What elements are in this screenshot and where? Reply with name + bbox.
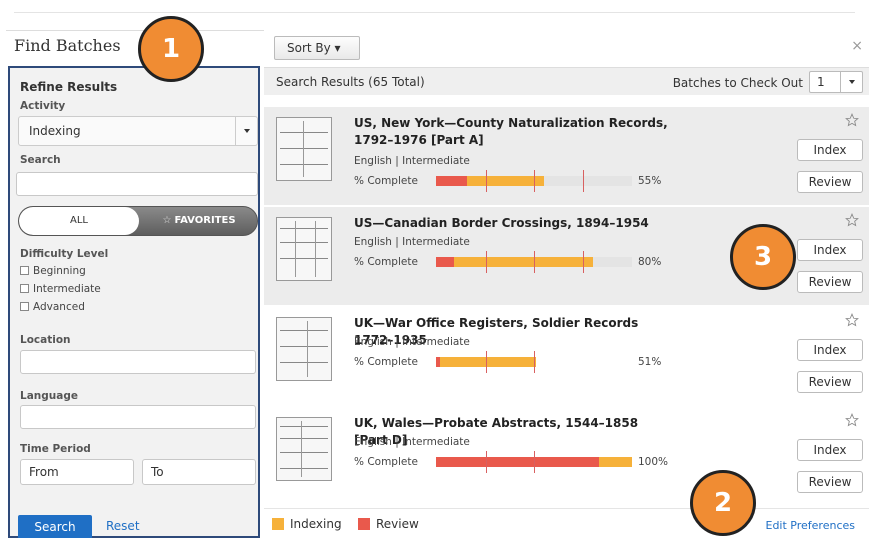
progress-indexing-fill xyxy=(467,176,544,186)
batch-title[interactable]: US, New York—County Naturalization Recor… xyxy=(354,115,674,149)
close-icon[interactable]: × xyxy=(851,38,863,54)
progress-bar xyxy=(436,251,632,273)
index-button[interactable]: Index xyxy=(797,139,863,161)
reset-link[interactable]: Reset xyxy=(106,519,140,533)
star-icon[interactable] xyxy=(845,213,859,227)
percent-complete-label: % Complete xyxy=(354,175,418,187)
sort-by-button[interactable]: Sort By ▾ xyxy=(274,36,360,60)
batch-meta: English | Intermediate xyxy=(354,236,470,248)
results-bar: Search Results (65 Total) Batches to Che… xyxy=(264,67,869,95)
legend-review: Review xyxy=(376,517,419,531)
batch-title[interactable]: US—Canadian Border Crossings, 1894–1954 xyxy=(354,215,674,232)
progress-indexing-fill xyxy=(439,357,536,367)
checkbox-icon xyxy=(20,284,29,293)
checkout-value: 1 xyxy=(817,75,825,89)
callout-badge-2: 2 xyxy=(690,470,756,536)
checkbox-icon xyxy=(20,302,29,311)
search-button[interactable]: Search xyxy=(18,515,92,538)
batch-thumbnail xyxy=(276,117,332,181)
difficulty-beginning-label: Beginning xyxy=(33,265,86,277)
language-label: Language xyxy=(20,390,78,402)
batch-meta: English | Intermediate xyxy=(354,336,470,348)
refine-heading: Refine Results xyxy=(20,80,118,94)
progress-indexing-fill xyxy=(598,457,632,467)
progress-bar xyxy=(436,451,632,473)
checkout-select[interactable]: 1 xyxy=(809,71,863,93)
batch-meta: English | Intermediate xyxy=(354,436,470,448)
review-swatch xyxy=(358,518,370,530)
progress-review-fill xyxy=(436,457,599,467)
callout-badge-3: 3 xyxy=(730,224,796,290)
location-label: Location xyxy=(20,334,71,346)
percent-value: 100% xyxy=(638,456,669,468)
search-label: Search xyxy=(20,154,61,166)
index-button[interactable]: Index xyxy=(797,339,863,361)
progress-review-fill xyxy=(436,257,454,267)
to-input[interactable]: To xyxy=(142,459,256,485)
batch-meta: English | Intermediate xyxy=(354,155,470,167)
batch-thumbnail xyxy=(276,417,332,481)
percent-complete-label: % Complete xyxy=(354,456,418,468)
results-count: Search Results (65 Total) xyxy=(276,75,425,89)
batch-thumbnail xyxy=(276,317,332,381)
toggle-all[interactable]: ALL xyxy=(19,207,139,235)
page-title: Find Batches xyxy=(14,36,121,55)
batch-card: UK—War Office Registers, Soldier Records… xyxy=(264,307,869,405)
activity-label: Activity xyxy=(20,100,66,112)
checkout-label: Batches to Check Out xyxy=(672,76,803,90)
toggle-favorites[interactable]: ☆ FAVORITES xyxy=(139,207,257,235)
difficulty-intermediate-label: Intermediate xyxy=(33,283,101,295)
review-button[interactable]: Review xyxy=(797,271,863,293)
checkbox-advanced[interactable]: Advanced xyxy=(20,301,85,313)
favorites-toggle[interactable]: ALL ☆ FAVORITES xyxy=(18,206,258,236)
activity-select[interactable]: Indexing xyxy=(18,116,258,146)
callout-badge-1: 1 xyxy=(138,16,204,82)
difficulty-advanced-label: Advanced xyxy=(33,301,85,313)
language-input[interactable] xyxy=(20,405,256,429)
top-strip xyxy=(0,0,869,28)
from-input[interactable]: From xyxy=(20,459,134,485)
refine-sidebar: Refine Results Activity Indexing Search … xyxy=(8,66,260,538)
batch-card: US, New York—County Naturalization Recor… xyxy=(264,107,869,205)
review-button[interactable]: Review xyxy=(797,371,863,393)
legend-indexing: Indexing xyxy=(290,517,342,531)
difficulty-label: Difficulty Level xyxy=(20,248,109,260)
chevron-down-icon xyxy=(840,72,862,92)
percent-complete-label: % Complete xyxy=(354,356,418,368)
percent-value: 55% xyxy=(638,175,662,187)
index-button[interactable]: Index xyxy=(797,239,863,261)
progress-bar xyxy=(436,170,632,192)
checkbox-beginning[interactable]: Beginning xyxy=(20,265,86,277)
legend: Indexing Review Edit Preferences xyxy=(264,508,869,538)
batch-thumbnail xyxy=(276,217,332,281)
edit-preferences-link[interactable]: Edit Preferences xyxy=(766,519,856,532)
progress-bar xyxy=(436,351,632,373)
indexing-swatch xyxy=(272,518,284,530)
progress-review-fill xyxy=(436,176,468,186)
progress-indexing-fill xyxy=(453,257,593,267)
search-input[interactable] xyxy=(16,172,258,196)
index-button[interactable]: Index xyxy=(797,439,863,461)
star-icon[interactable] xyxy=(845,113,859,127)
chevron-down-icon xyxy=(235,117,257,145)
activity-value: Indexing xyxy=(29,124,81,138)
percent-value: 51% xyxy=(638,356,662,368)
star-icon: ☆ xyxy=(162,215,172,226)
star-icon[interactable] xyxy=(845,413,859,427)
toggle-favorites-label: FAVORITES xyxy=(174,215,236,226)
location-input[interactable] xyxy=(20,350,256,374)
batch-card: UK, Wales—Probate Abstracts, 1544–1858 [… xyxy=(264,407,869,505)
checkbox-icon xyxy=(20,266,29,275)
percent-value: 80% xyxy=(638,256,662,268)
percent-complete-label: % Complete xyxy=(354,256,418,268)
review-button[interactable]: Review xyxy=(797,171,863,193)
star-icon[interactable] xyxy=(845,313,859,327)
checkbox-intermediate[interactable]: Intermediate xyxy=(20,283,101,295)
time-period-label: Time Period xyxy=(20,443,91,455)
review-button[interactable]: Review xyxy=(797,471,863,493)
